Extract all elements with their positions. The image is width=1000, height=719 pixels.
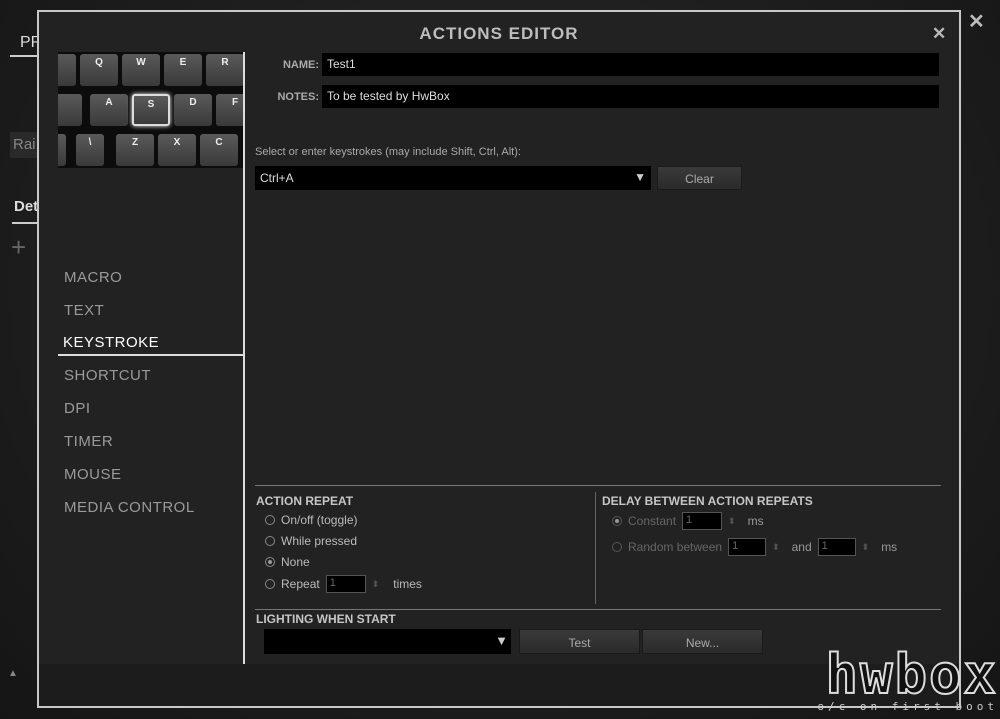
- section-fragment: Det: [14, 198, 39, 215]
- radio-constant[interactable]: Constant 1 ⬍ ms: [612, 512, 764, 530]
- keyboard-key[interactable]: [58, 134, 66, 166]
- keyboard-preview: Q W E R A S D F \ Z X C: [58, 52, 244, 168]
- chevron-down-icon[interactable]: ▼: [495, 633, 508, 648]
- times-label: times: [393, 577, 422, 591]
- notes-field[interactable]: To be tested by HwBox: [322, 85, 939, 108]
- menu-item-timer[interactable]: TIMER: [64, 433, 113, 450]
- spinner-icon[interactable]: ⬍: [862, 542, 870, 553]
- dialog-title: ACTIONS EDITOR: [419, 24, 579, 43]
- section-underline: [12, 222, 38, 224]
- watermark-logo-text: hwbox: [824, 643, 998, 706]
- keyboard-key[interactable]: A: [90, 94, 128, 126]
- lighting-dropdown[interactable]: ▼: [264, 629, 511, 654]
- clear-button[interactable]: Clear: [657, 166, 742, 190]
- radio-label: Random between: [628, 540, 723, 554]
- keystroke-prompt: Select or enter keystrokes (may include …: [255, 146, 521, 158]
- panel-divider: [243, 52, 245, 664]
- spinner-icon[interactable]: ⬍: [372, 579, 380, 590]
- radio-selected-icon: [612, 516, 622, 526]
- keyboard-key[interactable]: D: [174, 94, 212, 126]
- menu-item-dpi[interactable]: DPI: [64, 400, 91, 417]
- keyboard-key[interactable]: [58, 54, 76, 86]
- radio-icon: [612, 542, 622, 552]
- divider: [255, 485, 941, 486]
- actions-editor-dialog: ACTIONS EDITOR ✕ Q W E R A S D F \ Z X C…: [37, 10, 961, 708]
- keyboard-key-selected[interactable]: S: [132, 94, 170, 126]
- spinner-icon[interactable]: ⬍: [728, 516, 736, 527]
- menu-active-underline: [58, 354, 244, 356]
- device-dropdown-fragment[interactable]: Rai: [10, 132, 40, 158]
- menu-item-macro[interactable]: MACRO: [64, 269, 122, 286]
- keystroke-value: Ctrl+A: [260, 171, 294, 185]
- radio-label: None: [281, 555, 310, 569]
- hwbox-watermark-logo: hwbox o/c on first boot: [817, 643, 998, 714]
- keyboard-key[interactable]: X: [158, 134, 196, 166]
- ms-label: ms: [747, 514, 764, 528]
- keystroke-dropdown[interactable]: Ctrl+A ▼: [255, 166, 651, 190]
- random-from-input[interactable]: 1: [728, 538, 767, 556]
- radio-repeat[interactable]: Repeat 1 ⬍ times: [265, 575, 422, 593]
- delay-title: DELAY BETWEEN ACTION REPEATS: [602, 494, 813, 508]
- radio-label: Constant: [628, 514, 677, 528]
- and-label: and: [791, 540, 812, 554]
- name-field[interactable]: Test1: [322, 53, 939, 76]
- spinner-icon[interactable]: ⬍: [772, 542, 780, 553]
- menu-item-mouse[interactable]: MOUSE: [64, 466, 122, 483]
- radio-label: On/off (toggle): [281, 513, 358, 527]
- menu-item-keystroke[interactable]: KEYSTROKE: [63, 334, 159, 351]
- radio-while-pressed[interactable]: While pressed: [265, 534, 357, 548]
- radio-label: While pressed: [281, 534, 358, 548]
- keyboard-key[interactable]: \: [76, 134, 104, 166]
- keyboard-key[interactable]: W: [122, 54, 160, 86]
- plus-icon[interactable]: +: [11, 232, 26, 263]
- close-icon[interactable]: ✕: [968, 9, 985, 34]
- divider: [255, 609, 941, 610]
- radio-random-between[interactable]: Random between 1 ⬍ and 1 ⬍ ms: [612, 538, 897, 556]
- menu-item-shortcut[interactable]: SHORTCUT: [64, 367, 151, 384]
- constant-delay-input[interactable]: 1: [682, 512, 723, 530]
- keyboard-key[interactable]: E: [164, 54, 202, 86]
- watermark-tagline: o/c on first boot: [817, 700, 998, 713]
- ms-label: ms: [881, 540, 898, 554]
- radio-none[interactable]: None: [265, 555, 310, 569]
- close-icon[interactable]: ✕: [932, 24, 946, 44]
- keyboard-key[interactable]: Z: [116, 134, 154, 166]
- random-to-input[interactable]: 1: [817, 538, 856, 556]
- menu-item-media-control[interactable]: MEDIA CONTROL: [64, 499, 195, 516]
- radio-on-off-toggle[interactable]: On/off (toggle): [265, 513, 358, 527]
- menu-item-text[interactable]: TEXT: [64, 302, 104, 319]
- repeat-count-input[interactable]: 1: [325, 575, 366, 593]
- chevron-down-icon[interactable]: ▼: [634, 170, 646, 184]
- lighting-title: LIGHTING WHEN START: [256, 612, 396, 626]
- test-button[interactable]: Test: [519, 629, 640, 654]
- keyboard-key[interactable]: [58, 94, 82, 126]
- tab-underline: [10, 55, 40, 57]
- action-repeat-title: ACTION REPEAT: [256, 494, 354, 508]
- new-lighting-button[interactable]: New...: [642, 629, 763, 654]
- keyboard-key[interactable]: Q: [80, 54, 118, 86]
- keyboard-key[interactable]: C: [200, 134, 238, 166]
- radio-icon: [265, 515, 275, 525]
- section-divider: [595, 492, 596, 604]
- radio-selected-icon: [265, 557, 275, 567]
- radio-icon: [265, 579, 275, 589]
- radio-icon: [265, 536, 275, 546]
- name-label: NAME:: [282, 59, 319, 71]
- triangle-up-icon[interactable]: ▲: [8, 668, 18, 679]
- notes-label: NOTES:: [277, 91, 319, 103]
- radio-label: Repeat: [281, 577, 320, 591]
